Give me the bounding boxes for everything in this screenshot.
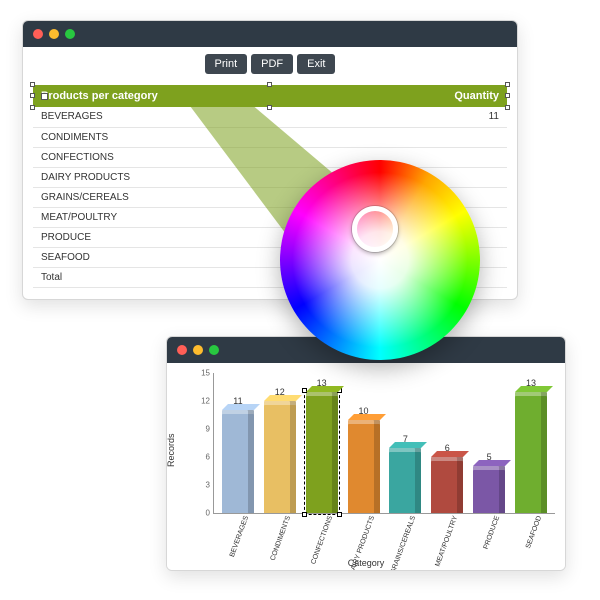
report-header-right: Quantity: [454, 90, 499, 102]
chart-bar-value: 13: [515, 378, 547, 388]
chart-ylabel: Records: [166, 433, 176, 467]
exit-button[interactable]: Exit: [297, 54, 335, 74]
chart-bar-value: 10: [348, 406, 380, 416]
chart-bar[interactable]: 12CONDIMENTS: [262, 373, 298, 513]
row-name: CONDIMENTS: [33, 127, 447, 147]
chart-bar-value: 5: [473, 452, 505, 462]
chart-bar[interactable]: 13SEAFOOD: [513, 373, 549, 513]
report-header-row[interactable]: Products per category Quantity: [33, 85, 507, 107]
table-row[interactable]: CONFECTIONS: [33, 147, 507, 167]
chart-bar[interactable]: 6MEAT/POULTRY: [429, 373, 465, 513]
minimize-icon[interactable]: [49, 29, 59, 39]
chart-bar[interactable]: 10DAIRY PRODUCTS: [346, 373, 382, 513]
close-icon[interactable]: [33, 29, 43, 39]
chart-bar-value: 7: [389, 434, 421, 444]
chart-ytick: 3: [190, 481, 210, 490]
table-row[interactable]: CONDIMENTS: [33, 127, 507, 147]
row-qty: [447, 167, 507, 187]
chart-bar[interactable]: 13CONFECTIONS: [304, 373, 340, 513]
row-qty: [447, 147, 507, 167]
chart-ytick: 15: [190, 369, 210, 378]
zoom-icon[interactable]: [209, 345, 219, 355]
print-button[interactable]: Print: [205, 54, 248, 74]
row-qty: 11: [447, 107, 507, 127]
chart-bar[interactable]: 5PRODUCE: [471, 373, 507, 513]
table-row[interactable]: BEVERAGES11: [33, 107, 507, 127]
chart-ytick: 6: [190, 453, 210, 462]
row-name: BEVERAGES: [33, 107, 447, 127]
chart-bar[interactable]: 11BEVERAGES: [220, 373, 256, 513]
chart-area: Records 11BEVERAGES12CONDIMENTS13CONFECT…: [167, 363, 565, 570]
chart-ytick: 12: [190, 397, 210, 406]
chart-xlabel: Category: [167, 558, 565, 568]
color-wheel-selector-ring[interactable]: [352, 206, 398, 252]
report-titlebar: [23, 21, 517, 47]
minimize-icon[interactable]: [193, 345, 203, 355]
report-toolbar: Print PDF Exit: [23, 47, 517, 81]
chart-bar-value: 6: [431, 443, 463, 453]
chart-bar-value: 12: [264, 387, 296, 397]
chart-window: Records 11BEVERAGES12CONDIMENTS13CONFECT…: [166, 336, 566, 571]
chart-plot: 11BEVERAGES12CONDIMENTS13CONFECTIONS10DA…: [213, 373, 555, 514]
close-icon[interactable]: [177, 345, 187, 355]
chart-bar-value: 11: [222, 396, 254, 406]
chart-bar-value: 13: [306, 378, 338, 388]
chart-bar[interactable]: 7GRAINS/CEREALS: [388, 373, 424, 513]
zoom-icon[interactable]: [65, 29, 75, 39]
row-qty: [447, 127, 507, 147]
pdf-button[interactable]: PDF: [251, 54, 293, 74]
report-header-left: Products per category: [41, 90, 158, 102]
chart-ytick: 9: [190, 425, 210, 434]
color-wheel[interactable]: [280, 160, 480, 360]
chart-ytick: 0: [190, 509, 210, 518]
